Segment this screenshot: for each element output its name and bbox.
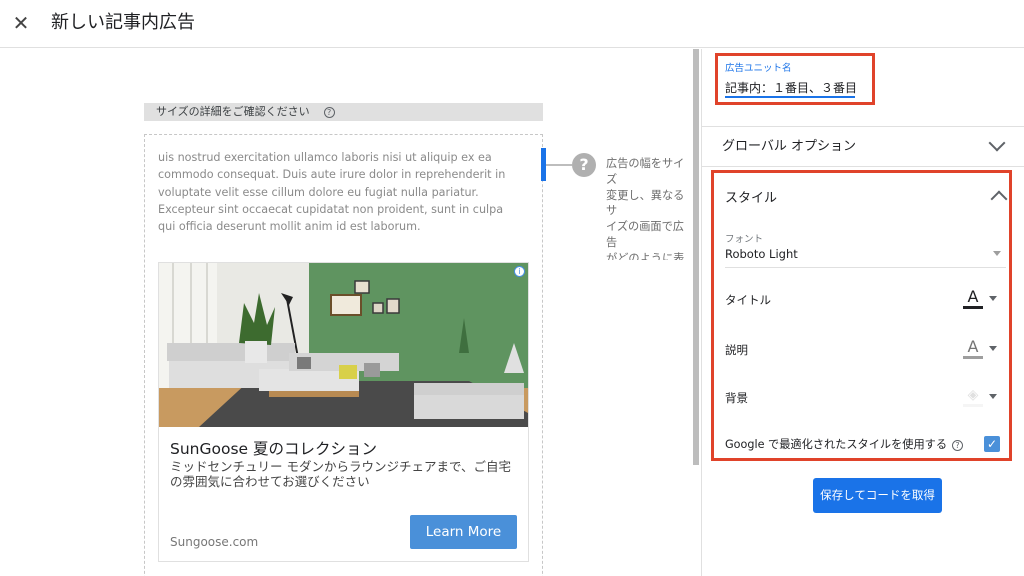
ad-choices-icon[interactable]: i [514,266,525,277]
living-room-image [159,263,528,427]
ad-unit-name-input[interactable]: 記事内：１番目、３番目 [725,79,857,96]
help-icon[interactable]: ? [323,107,335,118]
ad-unit-name-label: 広告ユニット名 [725,63,792,74]
title-color-picker[interactable]: A [963,289,1003,309]
input-underline [725,96,855,98]
help-icon[interactable]: ? [952,440,964,451]
preview-panel: サイズの詳細をご確認ください? uis nostrud exercitation… [0,49,701,576]
dropdown-caret-icon[interactable] [989,346,997,351]
divider [702,166,1024,167]
save-and-get-code-button[interactable]: 保存してコードを取得 [813,478,942,513]
divider [702,126,1024,127]
ad-domain[interactable]: Sungoose.com [170,535,258,549]
font-select[interactable]: Roboto Light [725,247,798,261]
top-bar: ✕ 新しい記事内広告 [0,0,1024,48]
native-ad-card[interactable]: i SunGoose 夏のコレクション ミッドセンチュリー モダンからラウンジチ… [158,262,529,562]
article-text: uis nostrud exercitation ullamco laboris… [158,151,506,234]
google-optimized-label: Google で最適化されたスタイルを使用する? [725,436,964,452]
chevron-down-icon[interactable] [988,134,1006,152]
ad-unit-name-field[interactable]: 広告ユニット名 記事内：１番目、３番目 [715,53,875,105]
background-color-label: 背景 [725,391,748,405]
title-color-label: タイトル [725,293,771,307]
size-details-header: サイズの詳細をご確認ください? [144,103,543,121]
style-section-title[interactable]: スタイル [725,187,777,206]
color-swatch [963,404,983,407]
paint-bucket-icon: ◈ [967,387,979,403]
dropdown-caret-icon[interactable] [989,394,997,399]
font-underline [725,267,1006,268]
resize-help-text: 広告の幅をサイズ 変更し、異なるサ イズの画面で広告 がどのように表示 されるか… [606,157,685,260]
connector-line [546,164,572,166]
background-color-picker[interactable]: ◈ [963,387,1003,407]
size-details-label: サイズの詳細をご確認ください [156,105,310,118]
learn-more-button[interactable]: Learn More [410,515,517,549]
google-optimized-text: Google で最適化されたスタイルを使用する [725,438,948,451]
chevron-up-icon[interactable] [990,190,1008,208]
google-optimized-checkbox[interactable]: ✓ [984,436,1000,452]
close-icon[interactable]: ✕ [10,10,32,36]
text-color-icon: A [967,337,979,356]
scrollbar[interactable] [693,49,699,465]
global-options-label[interactable]: グローバル オプション [722,135,856,154]
ad-description: ミッドセンチュリー モダンからラウンジチェアまで、ご自宅の雰囲気に合わせてお選び… [170,459,511,489]
color-swatch [963,356,983,359]
description-color-label: 説明 [725,343,748,357]
ad-preview-frame: uis nostrud exercitation ullamco laboris… [144,134,543,576]
page-title: 新しい記事内広告 [51,12,195,33]
question-icon: ? [572,153,596,177]
description-color-picker[interactable]: A [963,339,1003,359]
ad-image[interactable]: i [159,263,528,427]
ad-headline[interactable]: SunGoose 夏のコレクション [170,437,377,459]
font-label: フォント [725,234,764,245]
text-color-icon: A [967,287,979,306]
dropdown-caret-icon[interactable] [993,251,1001,256]
settings-panel: 広告ユニット名 記事内：１番目、３番目 グローバル オプション スタイル フォン… [701,49,1024,576]
color-swatch [963,306,983,309]
style-section: スタイル フォント Roboto Light タイトル A 説明 A 背景 ◈ … [711,170,1012,461]
dropdown-caret-icon[interactable] [989,296,997,301]
